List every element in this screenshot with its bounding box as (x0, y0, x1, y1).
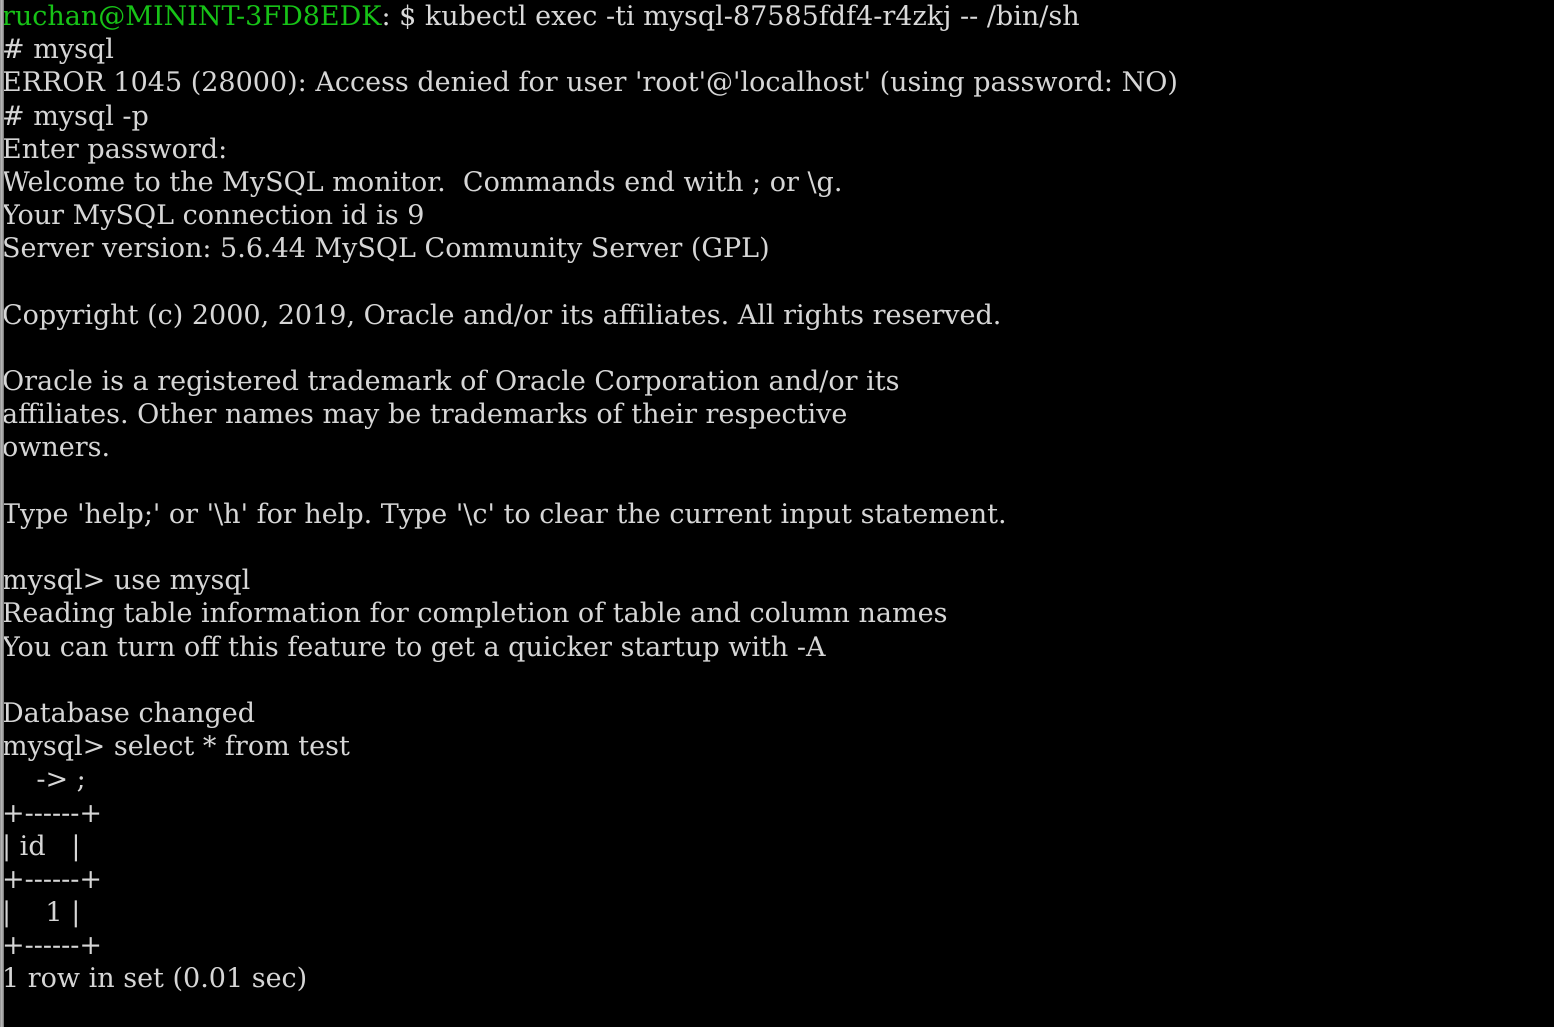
blank-2 (0, 332, 1554, 365)
trademark-2-text: affiliates. Other names may be trademark… (2, 399, 848, 431)
table-bottom-border: +------+ (0, 929, 1554, 962)
table-header-sep-text: +------+ (2, 863, 102, 895)
welcome: Welcome to the MySQL monitor. Commands e… (0, 166, 1554, 199)
cmd-mysql: # mysql (0, 33, 1554, 66)
turn-off-hint: You can turn off this feature to get a q… (0, 631, 1554, 664)
trademark-2: affiliates. Other names may be trademark… (0, 398, 1554, 431)
help-hint: Type 'help;' or '\h' for help. Type '\c'… (0, 498, 1554, 531)
terminal-window[interactable]: ruchan@MININT-3FD8EDK: $ kubectl exec -t… (0, 0, 1554, 1027)
use-mysql: mysql> use mysql (0, 564, 1554, 597)
table-top-border-text: +------+ (2, 797, 102, 829)
table-top-border: +------+ (0, 797, 1554, 830)
error-1045-text: ERROR 1045 (28000): Access denied for us… (2, 67, 1178, 99)
trademark-1-text: Oracle is a registered trademark of Orac… (2, 366, 900, 398)
use-mysql-text: mysql> use mysql (2, 565, 251, 597)
database-changed: Database changed (0, 697, 1554, 730)
table-data-row-1-text: | 1 | (2, 897, 81, 929)
help-hint-text: Type 'help;' or '\h' for help. Type '\c'… (2, 498, 1007, 530)
blank-1 (0, 266, 1554, 299)
blank-3 (0, 465, 1554, 498)
copyright: Copyright (c) 2000, 2019, Oracle and/or … (0, 299, 1554, 332)
server-version-text: Server version: 5.6.44 MySQL Community S… (2, 233, 770, 265)
terminal-screen-output[interactable]: ruchan@MININT-3FD8EDK: $ kubectl exec -t… (0, 0, 1554, 1027)
shell-prompt-line: ruchan@MININT-3FD8EDK: $ kubectl exec -t… (0, 0, 1554, 33)
cmd-mysql-p: # mysql -p (0, 100, 1554, 133)
continuation-semicolon: -> ; (0, 763, 1554, 796)
copyright-text: Copyright (c) 2000, 2019, Oracle and/or … (2, 299, 1002, 331)
table-header-row: | id | (0, 830, 1554, 863)
trademark-3-text: owners. (2, 432, 111, 464)
prompt-separator: : (381, 1, 400, 32)
shell-command-text: $ kubectl exec -ti mysql-87585fdf4-r4zkj… (399, 1, 1080, 32)
blank-5 (0, 664, 1554, 697)
cmd-mysql-text: # mysql (2, 34, 114, 66)
prompt-user-host: ruchan@MININT-3FD8EDK (2, 1, 382, 32)
select-statement: mysql> select * from test (0, 730, 1554, 763)
table-data-row-1: | 1 | (0, 896, 1554, 929)
select-statement-text: mysql> select * from test (2, 731, 350, 763)
trademark-3: owners. (0, 431, 1554, 464)
connection-id: Your MySQL connection id is 9 (0, 199, 1554, 232)
continuation-semicolon-text: -> ; (2, 764, 86, 796)
blank-4 (0, 531, 1554, 564)
table-header-sep: +------+ (0, 863, 1554, 896)
table-header-row-text: | id | (2, 830, 81, 862)
table-bottom-border-text: +------+ (2, 930, 102, 962)
reading-table-info: Reading table information for completion… (0, 597, 1554, 630)
welcome-text: Welcome to the MySQL monitor. Commands e… (2, 166, 843, 198)
database-changed-text: Database changed (2, 697, 256, 729)
cmd-mysql-p-text: # mysql -p (2, 100, 149, 132)
scrollbar-left-edge[interactable] (0, 0, 4, 1027)
row-count-status-text: 1 row in set (0.01 sec) (2, 963, 308, 995)
connection-id-text: Your MySQL connection id is 9 (2, 200, 425, 232)
blank-6 (0, 996, 1554, 1027)
turn-off-hint-text: You can turn off this feature to get a q… (2, 631, 826, 663)
server-version: Server version: 5.6.44 MySQL Community S… (0, 232, 1554, 265)
reading-table-info-text: Reading table information for completion… (2, 598, 948, 630)
enter-password: Enter password: (0, 133, 1554, 166)
error-1045: ERROR 1045 (28000): Access denied for us… (0, 66, 1554, 99)
row-count-status: 1 row in set (0.01 sec) (0, 962, 1554, 995)
enter-password-text: Enter password: (2, 133, 228, 165)
trademark-1: Oracle is a registered trademark of Orac… (0, 365, 1554, 398)
